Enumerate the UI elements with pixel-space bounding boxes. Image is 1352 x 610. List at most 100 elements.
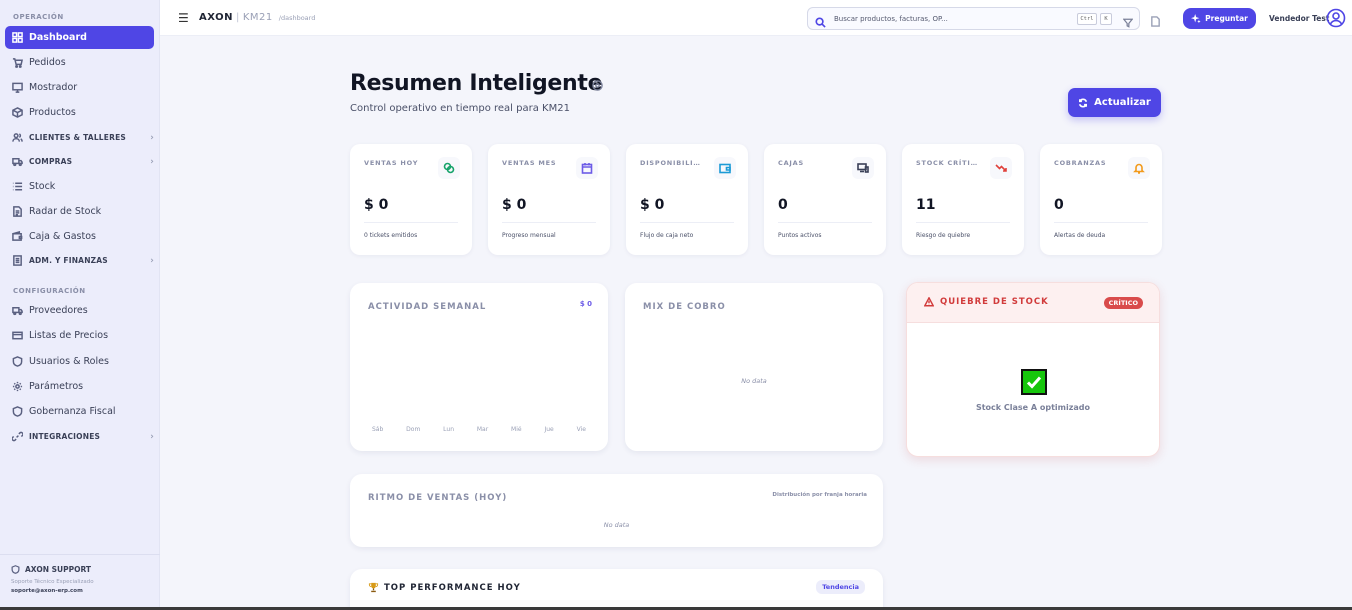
sidebar-item-adm-finanzas[interactable]: ADM. Y FINANZAS › bbox=[5, 249, 154, 272]
sidebar-item-label: ADM. Y FINANZAS bbox=[29, 256, 108, 265]
kpi-value: 0 bbox=[778, 197, 788, 213]
sidebar-item-gobernanza-fiscal[interactable]: Gobernanza Fiscal bbox=[5, 400, 154, 423]
sidebar-item-productos[interactable]: Productos bbox=[5, 101, 154, 124]
sidebar-item-label: Dashboard bbox=[29, 32, 87, 43]
wallet-icon bbox=[714, 157, 736, 179]
kpi-card-disponibilidad[interactable]: DISPONIBILIDAD $ 0 Flujo de caja neto bbox=[626, 144, 748, 255]
support-email[interactable]: soporte@axon-erp.com bbox=[11, 588, 160, 594]
coins-icon bbox=[438, 157, 460, 179]
sidebar: OPERACIÓN Dashboard Pedidos Mostrador Pr… bbox=[0, 0, 160, 610]
support-subtitle: Soporte Técnico Especializado bbox=[11, 579, 94, 585]
alert-message: Stock Clase A optimizado bbox=[975, 403, 1091, 412]
weekly-total: $ 0 bbox=[579, 300, 592, 308]
user-name[interactable]: Vendedor Test bbox=[1269, 14, 1329, 23]
section-label-operacion: OPERACIÓN bbox=[13, 13, 64, 21]
monitor-icon bbox=[12, 82, 23, 93]
sidebar-item-pedidos[interactable]: Pedidos bbox=[5, 51, 154, 74]
weekday-label: Mié bbox=[511, 426, 522, 433]
sidebar-item-caja-gastos[interactable]: Caja & Gastos bbox=[5, 225, 154, 248]
kpi-note: Puntos activos bbox=[778, 232, 822, 239]
stock-alert-card: QUIEBRE DE STOCK CRÍTICO Stock Clase A o… bbox=[906, 282, 1160, 457]
trend-badge[interactable]: Tendencia bbox=[816, 580, 865, 594]
shield-icon bbox=[12, 406, 23, 417]
calendar-icon bbox=[576, 157, 598, 179]
sidebar-item-mostrador[interactable]: Mostrador bbox=[5, 76, 154, 99]
search-input[interactable] bbox=[834, 14, 1064, 23]
kpi-note: Progreso mensual bbox=[502, 232, 556, 239]
kpi-label: VENTAS HOY bbox=[364, 159, 419, 167]
document-icon[interactable] bbox=[1150, 12, 1161, 31]
sidebar-item-label: Proveedores bbox=[29, 305, 88, 316]
weekday-axis: Sáb Dom Lun Mar Mié Jue Vie bbox=[368, 426, 590, 433]
sidebar-item-parametros[interactable]: Parámetros bbox=[5, 375, 154, 398]
page-title: Resumen Inteligente bbox=[350, 71, 603, 96]
ask-button[interactable]: Preguntar bbox=[1183, 8, 1256, 29]
kpi-card-cajas[interactable]: CAJAS 0 Puntos activos bbox=[764, 144, 886, 255]
payment-mix-card: MIX DE COBRO No data bbox=[625, 283, 883, 451]
alert-title: QUIEBRE DE STOCK bbox=[940, 297, 1049, 307]
chevron-right-icon: › bbox=[150, 431, 154, 442]
devices-icon bbox=[852, 157, 874, 179]
sidebar-item-stock[interactable]: Stock bbox=[5, 175, 154, 198]
empty-state: No data bbox=[741, 377, 767, 385]
kpi-card-ventas-hoy[interactable]: VENTAS HOY $ 0 0 tickets emitidos bbox=[350, 144, 472, 255]
card-title: MIX DE COBRO bbox=[643, 302, 726, 312]
bell-icon bbox=[1128, 157, 1150, 179]
kpi-label: VENTAS MES bbox=[502, 159, 557, 167]
sidebar-item-label: Listas de Precios bbox=[29, 330, 109, 341]
sidebar-item-label: INTEGRACIONES bbox=[29, 432, 101, 441]
section-label-configuracion: CONFIGURACIÓN bbox=[13, 287, 86, 295]
users-icon bbox=[12, 132, 23, 143]
sidebar-item-label: Caja & Gastos bbox=[29, 231, 96, 242]
sidebar-item-clientes-talleres[interactable]: CLIENTES & TALLERES › bbox=[5, 126, 154, 149]
shield-icon bbox=[12, 356, 23, 367]
chevron-right-icon: › bbox=[150, 255, 154, 266]
truck-icon bbox=[12, 305, 23, 316]
user-circle-icon bbox=[1326, 8, 1346, 28]
sidebar-item-compras[interactable]: COMPRAS › bbox=[5, 150, 154, 173]
cart-icon bbox=[12, 57, 23, 68]
kpi-label: STOCK CRÍTICO bbox=[916, 159, 978, 167]
filter-icon[interactable] bbox=[1122, 13, 1134, 32]
wallet-icon bbox=[12, 231, 23, 242]
kpi-value: 0 bbox=[1054, 197, 1064, 213]
card-title: ACTIVIDAD SEMANAL bbox=[368, 302, 487, 312]
kpi-note: Flujo de caja neto bbox=[640, 232, 694, 239]
document-icon bbox=[12, 206, 23, 217]
weekly-activity-card: ACTIVIDAD SEMANAL $ 0 Sáb Dom Lun Mar Mi… bbox=[350, 283, 608, 451]
avatar[interactable] bbox=[1326, 8, 1346, 28]
card-title: RITMO DE VENTAS (HOY) bbox=[368, 493, 508, 503]
kbd-k: K bbox=[1100, 13, 1112, 25]
sidebar-item-label: Gobernanza Fiscal bbox=[29, 406, 116, 417]
sidebar-item-label: Pedidos bbox=[29, 57, 66, 68]
sidebar-item-label: Stock bbox=[29, 181, 56, 192]
trend-down-icon bbox=[990, 157, 1012, 179]
menu-icon[interactable]: ☰ bbox=[178, 12, 189, 24]
sidebar-item-usuarios-roles[interactable]: Usuarios & Roles bbox=[5, 350, 154, 373]
grid-icon bbox=[12, 32, 23, 43]
sidebar-item-dashboard[interactable]: Dashboard bbox=[5, 26, 154, 49]
help-icon[interactable] bbox=[592, 76, 603, 91]
weekday-label: Sáb bbox=[372, 426, 384, 433]
sidebar-item-proveedores[interactable]: Proveedores bbox=[5, 299, 154, 322]
card-icon bbox=[12, 330, 23, 341]
sidebar-item-label: Radar de Stock bbox=[29, 206, 102, 217]
sidebar-item-radar-stock[interactable]: Radar de Stock bbox=[5, 200, 154, 223]
kpi-value: $ 0 bbox=[640, 197, 665, 213]
sidebar-item-integraciones[interactable]: INTEGRACIONES › bbox=[5, 425, 154, 448]
weekday-label: Dom bbox=[406, 426, 421, 433]
kpi-card-ventas-mes[interactable]: VENTAS MES $ 0 Progreso mensual bbox=[488, 144, 610, 255]
sidebar-item-listas-precios[interactable]: Listas de Precios bbox=[5, 324, 154, 347]
kpi-label: CAJAS bbox=[778, 159, 804, 167]
weekday-label: Mar bbox=[476, 426, 489, 433]
sidebar-item-label: Usuarios & Roles bbox=[29, 356, 109, 367]
kpi-value: $ 0 bbox=[364, 197, 389, 213]
kpi-card-stock-critico[interactable]: STOCK CRÍTICO 11 Riesgo de quiebre bbox=[902, 144, 1024, 255]
kpi-label: DISPONIBILIDAD bbox=[640, 159, 702, 167]
refresh-button-label: Actualizar bbox=[1094, 97, 1151, 108]
refresh-button[interactable]: Actualizar bbox=[1068, 88, 1161, 117]
kpi-label: COBRANZAS bbox=[1054, 159, 1107, 167]
top-performance-card: TOP PERFORMANCE HOY Tendencia bbox=[350, 569, 883, 610]
kpi-card-cobranzas[interactable]: COBRANZAS 0 Alertas de deuda bbox=[1040, 144, 1162, 255]
empty-state: No data bbox=[603, 521, 630, 529]
